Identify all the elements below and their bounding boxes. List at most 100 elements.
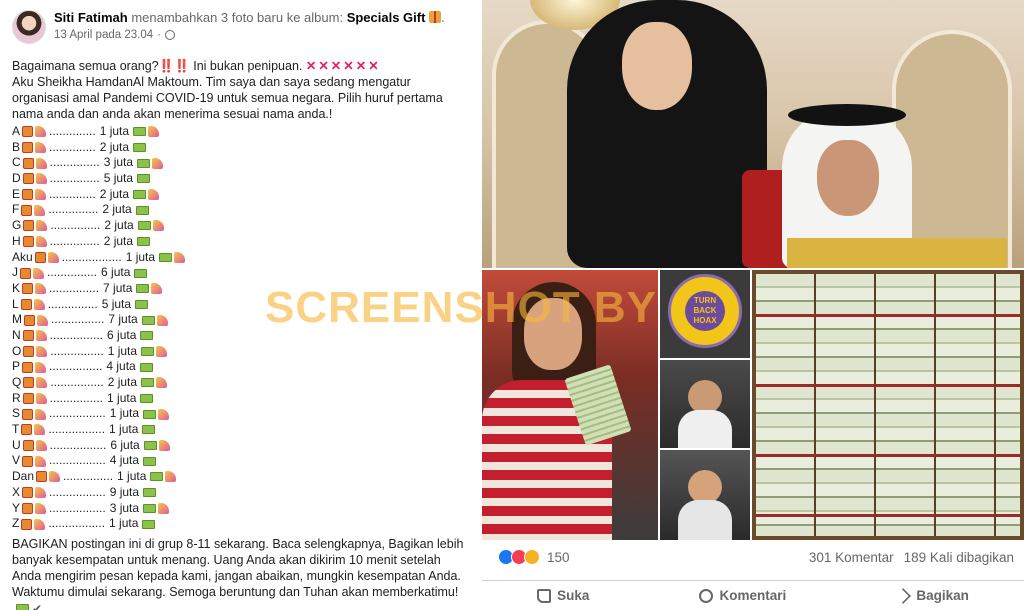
prize-amount: 1 juta (117, 469, 147, 484)
avatar[interactable] (12, 10, 46, 44)
photo-man-in-car[interactable] (660, 360, 750, 448)
photo-sheikh-couple[interactable] (482, 0, 1024, 268)
post-header: Siti Fatimah menambahkan 3 foto baru ke … (12, 10, 468, 54)
gift-icon (22, 142, 34, 154)
man-agal (788, 104, 906, 126)
prize-letter: Q (12, 375, 22, 389)
author-name[interactable]: Siti Fatimah (54, 10, 128, 25)
prize-dots: ................ (50, 343, 104, 358)
reaction-icons[interactable] (498, 549, 540, 565)
gift-icon (22, 502, 34, 514)
gift-icon (22, 173, 34, 185)
prize-letter: G (12, 218, 22, 233)
post-meta: 13 April pada 23.04 · (54, 29, 445, 41)
money-icon (143, 488, 157, 498)
photo-woman-with-cash[interactable] (482, 270, 658, 540)
check-mark-icon: ✔ (32, 601, 43, 610)
party-popper-icon (36, 220, 48, 232)
gift-icon (36, 471, 48, 483)
prize-letter: K (12, 280, 21, 295)
prize-dots: ................. (49, 406, 106, 421)
share-count[interactable]: 189 Kali dibagikan (904, 550, 1014, 565)
prize-row: R................ 1 juta (12, 391, 468, 407)
prize-dots: ............... (49, 155, 100, 170)
prize-amount: 1 juta (107, 390, 137, 405)
prize-dots: ................ (49, 359, 103, 374)
photo-money-stacks[interactable] (752, 270, 1024, 540)
prize-row: Z................. 1 juta (12, 516, 468, 532)
party-popper-icon (36, 377, 48, 389)
gift-icon (23, 345, 35, 357)
money-icon (137, 174, 151, 184)
prize-dots: ............... (49, 171, 100, 186)
prize-letter: P (12, 359, 21, 374)
share-button[interactable]: Bagikan (895, 587, 969, 604)
like-button[interactable]: Suka (537, 588, 589, 603)
party-popper-icon (35, 236, 47, 248)
post-action: menambahkan 3 foto baru ke album: (131, 10, 344, 25)
prize-row: B.............. 2 juta (12, 140, 468, 156)
prize-dots: ................ (49, 390, 104, 405)
comment-button[interactable]: Komentari (699, 588, 786, 603)
party-popper-icon (158, 408, 170, 420)
party-popper-icon (158, 440, 170, 452)
post-outro: BAGIKAN postingan ini di grup 8-11 sekar… (12, 536, 464, 600)
party-popper-icon (33, 267, 44, 279)
money-icon (142, 425, 156, 435)
post-header-line: Siti Fatimah menambahkan 3 foto baru ke … (54, 10, 445, 25)
party-popper-icon (35, 393, 47, 405)
money-icon (133, 143, 147, 153)
prize-row: X................. 9 juta (12, 485, 468, 501)
reaction-count[interactable]: 150 (547, 550, 570, 565)
party-popper-icon (174, 251, 186, 263)
prize-letter: Y (12, 500, 21, 515)
prize-letter: C (12, 155, 21, 170)
gift-icon (21, 424, 33, 436)
party-popper-icon (35, 502, 47, 514)
prize-amount: 6 juta (110, 437, 140, 452)
prize-dots: .............. (49, 186, 96, 201)
globe-icon (164, 30, 175, 40)
prize-row: O................ 1 juta (12, 344, 468, 360)
turnbackhoax-badge: TURN BACK HOAX (660, 270, 750, 358)
prize-amount: 6 juta (107, 327, 137, 342)
prize-dots: ............... (49, 233, 100, 248)
party-popper-icon (37, 314, 48, 326)
prize-row: V................. 4 juta (12, 453, 468, 469)
money-icon (141, 346, 155, 356)
party-popper-icon (34, 518, 46, 530)
prize-dots: .............. (49, 139, 96, 154)
prize-dots: .................. (61, 249, 122, 264)
post-timestamp[interactable]: 13 April pada 23.04 (54, 29, 153, 41)
prize-row: U................. 6 juta (12, 438, 468, 454)
gift-icon (22, 126, 34, 138)
party-popper-icon (148, 189, 160, 201)
party-popper-icon (148, 126, 160, 138)
money-icon (150, 472, 164, 482)
man-shirt (678, 410, 732, 448)
thumbs-up-icon (537, 588, 552, 603)
gift-icon (23, 220, 35, 232)
prize-row: N................ 6 juta (12, 328, 468, 344)
prize-amount: 1 juta (109, 406, 140, 421)
prize-amount: 2 juta (107, 375, 138, 389)
money-icon (134, 268, 148, 278)
party-popper-icon (35, 487, 47, 499)
album-link[interactable]: Specials Gift (347, 10, 426, 25)
dollar-bills (756, 274, 1020, 536)
gift-icon (22, 157, 34, 169)
prize-letter: A (12, 124, 21, 138)
prize-dots: ................. (49, 484, 106, 499)
comment-count[interactable]: 301 Komentar (809, 550, 894, 565)
prize-row: C............... 3 juta (12, 155, 468, 171)
gift-icon (22, 487, 34, 499)
man-face (688, 470, 722, 504)
prize-letter: X (12, 484, 21, 499)
prize-dots: ............... (49, 280, 100, 295)
prize-amount: 1 juta (99, 124, 130, 138)
prize-amount: 2 juta (103, 233, 134, 248)
prize-amount: 1 juta (109, 422, 139, 437)
gift-icon (22, 189, 34, 201)
prize-letter: R (12, 390, 21, 405)
photo-man-with-cash[interactable] (660, 450, 750, 540)
